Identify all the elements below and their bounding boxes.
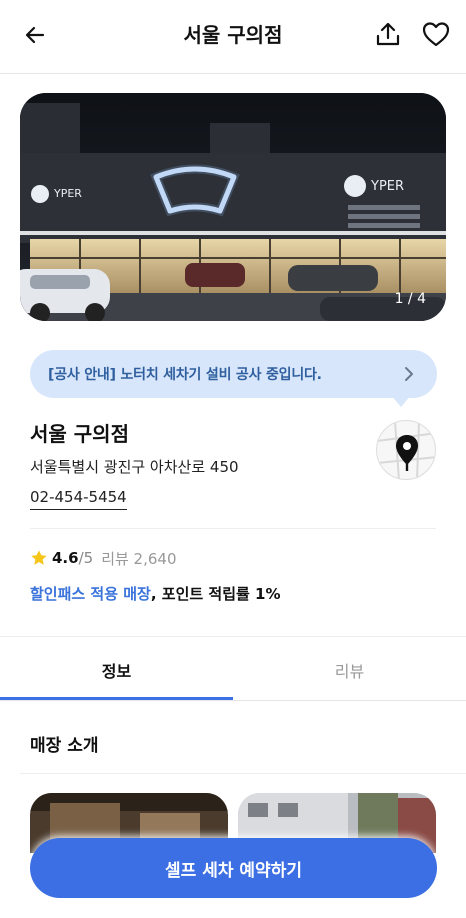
- self-wash-reservation-button[interactable]: 셀프 세차 예약하기: [30, 838, 437, 898]
- map-pin-icon: [377, 421, 435, 479]
- review-count[interactable]: 리뷰 2,640: [101, 548, 176, 569]
- point-rate-label: , 포인트 적립률 1%: [150, 585, 281, 603]
- store-photo: YPER YPER: [20, 93, 446, 321]
- chevron-right-icon: [405, 367, 413, 381]
- store-phone-link[interactable]: 02-454-5454: [30, 486, 127, 510]
- map-button[interactable]: [376, 420, 436, 480]
- share-upload-icon: [376, 22, 400, 46]
- rating-row: 4.6 /5 리뷰 2,640: [30, 546, 177, 570]
- notice-text: [공사 안내] 노터치 세차기 설비 공사 중입니다.: [48, 367, 322, 383]
- section-divider: [20, 773, 466, 774]
- rating-max: /5: [78, 549, 94, 567]
- store-name: 서울 구의점: [30, 422, 129, 446]
- top-app-bar: 서울 구의점: [0, 0, 466, 74]
- store-address: 서울특별시 광진구 아차산로 450: [30, 458, 239, 476]
- right-sign-text: YPER: [370, 179, 404, 194]
- speech-bubble-tail: [391, 395, 411, 407]
- tab-bar-line: [0, 700, 466, 701]
- photo-counter: 1 / 4: [394, 291, 426, 307]
- section-divider: [30, 528, 436, 529]
- intro-section-title: 매장 소개: [30, 736, 99, 756]
- rating-score: 4.6: [52, 549, 79, 567]
- favorite-button[interactable]: [420, 18, 452, 50]
- star-icon: [31, 550, 47, 565]
- section-separator: [0, 636, 466, 637]
- tab-bar: 정보 리뷰: [0, 645, 466, 701]
- active-tab-indicator: [0, 697, 233, 700]
- tab-reviews[interactable]: 리뷰: [233, 645, 466, 701]
- benefit-info: 할인패스 적용 매장, 포인트 적립률 1%: [30, 582, 281, 606]
- discount-pass-label: 할인패스 적용 매장: [30, 585, 151, 603]
- heart-outline-icon: [422, 22, 450, 47]
- tab-info[interactable]: 정보: [0, 645, 233, 701]
- left-sign-text: YPER: [53, 187, 82, 200]
- store-photo-carousel[interactable]: YPER YPER 1 / 4: [20, 93, 446, 321]
- notice-banner[interactable]: [공사 안내] 노터치 세차기 설비 공사 중입니다.: [30, 350, 437, 407]
- share-button[interactable]: [372, 18, 404, 50]
